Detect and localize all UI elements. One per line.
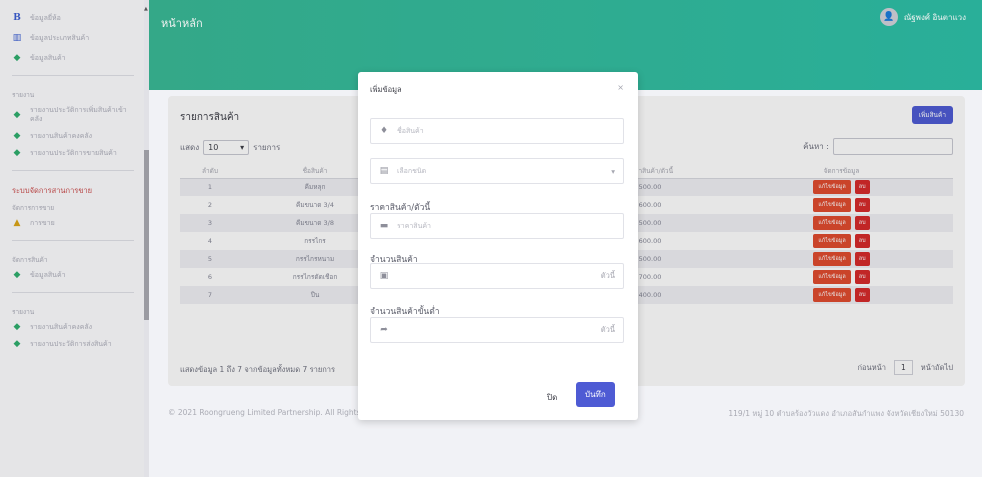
min-quantity-unit: ตัวนี้ xyxy=(600,325,615,334)
save-button[interactable]: บันทึก xyxy=(576,382,615,407)
add-data-modal: เพิ่มข้อมูล × ♦ ชื่อสินค้า ▤ เลือกชนิด ▾… xyxy=(358,72,638,420)
quantity-field[interactable]: ▣ ตัวนี้ xyxy=(370,263,624,289)
min-quantity-field[interactable]: ➦ ตัวนี้ xyxy=(370,317,624,343)
list-icon: ▤ xyxy=(379,166,389,176)
gem-icon: ♦ xyxy=(379,126,389,136)
product-name-field[interactable]: ♦ ชื่อสินค้า xyxy=(370,118,624,144)
modal-title: เพิ่มข้อมูล xyxy=(370,85,402,94)
quantity-unit: ตัวนี้ xyxy=(600,271,615,280)
product-name-placeholder: ชื่อสินค้า xyxy=(397,126,424,135)
price-placeholder: ราคาสินค้า xyxy=(397,221,431,230)
chevron-down-icon: ▾ xyxy=(611,166,615,176)
lock-icon: ▣ xyxy=(379,271,389,281)
price-label: ราคาสินค้า/ตัวนี้ xyxy=(370,203,431,213)
product-type-placeholder: เลือกชนิด xyxy=(397,166,427,175)
close-icon[interactable]: × xyxy=(617,83,624,92)
cart-icon: ▬ xyxy=(379,221,389,231)
close-button[interactable]: ปิด xyxy=(541,388,563,407)
share-icon: ➦ xyxy=(380,325,388,335)
min-quantity-label: จำนวนสินค้าขั้นต่ำ xyxy=(370,307,440,317)
product-type-select[interactable]: ▤ เลือกชนิด ▾ xyxy=(370,158,624,184)
price-field[interactable]: ▬ ราคาสินค้า xyxy=(370,213,624,239)
